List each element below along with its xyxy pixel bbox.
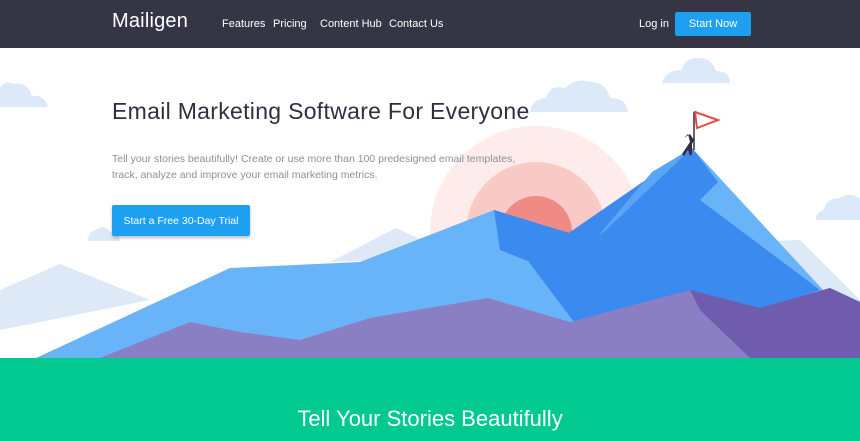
mountain-illustration [0, 58, 860, 358]
hero-section: Email Marketing Software For Everyone Te… [0, 48, 860, 358]
top-navigation: Mailigen Features Pricing Content Hub Co… [0, 0, 860, 48]
login-link[interactable]: Log in [639, 18, 669, 30]
flag-icon [693, 110, 721, 130]
nav-pricing[interactable]: Pricing [273, 18, 307, 30]
nav-contact-us[interactable]: Contact Us [389, 18, 443, 30]
start-now-button[interactable]: Start Now [675, 12, 751, 36]
features-section: Tell Your Stories Beautifully [0, 358, 860, 441]
cloud-right [816, 194, 860, 220]
mailigen-logo[interactable]: Mailigen [112, 10, 188, 33]
section-title: Tell Your Stories Beautifully [297, 406, 563, 431]
nav-features[interactable]: Features [222, 18, 265, 30]
hero-title: Email Marketing Software For Everyone [112, 98, 530, 124]
nav-content-hub[interactable]: Content Hub [320, 18, 382, 30]
cloud-left [0, 82, 48, 107]
free-trial-button[interactable]: Start a Free 30-Day Trial [112, 205, 250, 236]
cloud-top-right [662, 58, 730, 83]
hero-description: Tell your stories beautifully! Create or… [112, 153, 516, 181]
cloud-middle [530, 80, 628, 112]
